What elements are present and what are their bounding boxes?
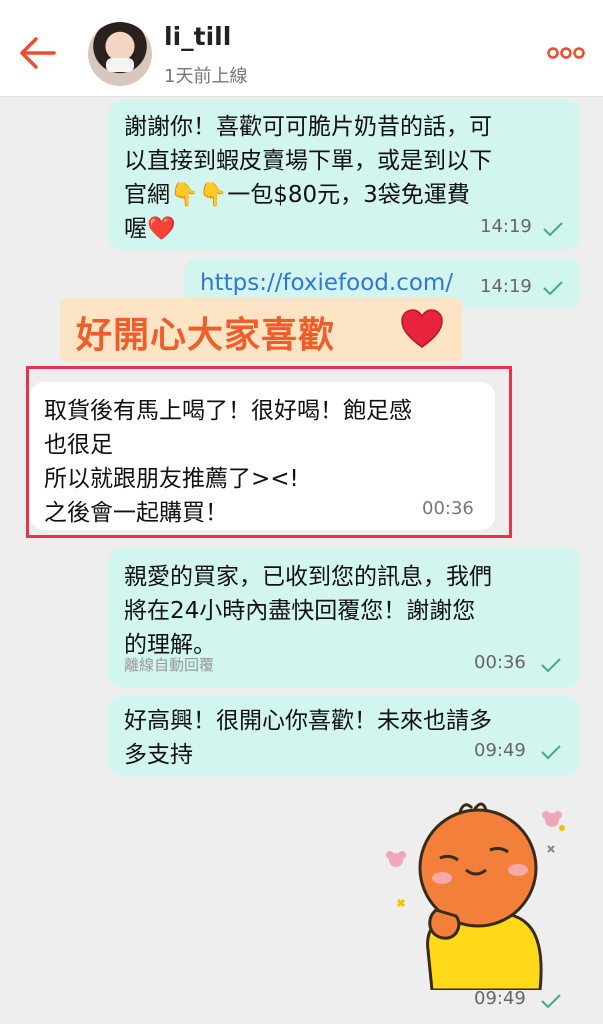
online-status: 1天前上線: [164, 66, 248, 87]
message-time: 00:36: [474, 652, 526, 673]
read-check-icon: [541, 745, 561, 760]
message-time: 00:36: [422, 498, 474, 519]
contact-name: li_till: [164, 22, 232, 51]
auto-reply-label: 離線自動回覆: [124, 656, 215, 674]
chat-header: li_till 1天前上線: [0, 0, 603, 97]
message-text: 謝謝你！喜歡可可脆片奶昔的話，可 以直接到蝦皮賣場下單，或是到以下 官網👇👇一包…: [124, 114, 492, 242]
sticker-image[interactable]: [378, 800, 583, 990]
message-bubble-incoming[interactable]: 取貨後有馬上喝了！很好喝！飽足感 也很足 所以就跟朋友推薦了><! 之後會一起購…: [30, 382, 495, 530]
message-bubble-outgoing[interactable]: 好高興！很開心你喜歡！未來也請多 多支持 09:49: [108, 696, 580, 776]
read-check-icon: [543, 222, 563, 237]
message-text: 取貨後有馬上喝了！很好喝！飽足感 也很足 所以就跟朋友推薦了><! 之後會一起購…: [44, 398, 412, 526]
sticker-time: 09:49: [474, 988, 526, 1009]
avatar[interactable]: [88, 22, 152, 86]
back-arrow-icon[interactable]: [14, 30, 60, 76]
read-check-icon: [541, 658, 561, 673]
banner-text: 好開心大家喜歡: [76, 315, 336, 356]
message-time: 09:49: [474, 740, 526, 761]
message-bubble-outgoing[interactable]: 謝謝你！喜歡可可脆片奶昔的話，可 以直接到蝦皮賣場下單，或是到以下 官網👇👇一包…: [108, 100, 580, 250]
link-text[interactable]: https://foxiefood.com/: [200, 266, 453, 300]
message-text: 親愛的買家，已收到您的訊息，我們 將在24小時內盡快回覆您！謝謝您 的理解。: [124, 564, 492, 658]
read-check-icon: [543, 281, 563, 296]
message-text: 好高興！很開心你喜歡！未來也請多 多支持: [124, 708, 492, 768]
read-check-icon: [541, 994, 561, 1009]
heart-icon: [401, 309, 443, 348]
more-options-icon[interactable]: [547, 38, 585, 68]
message-time: 14:19: [480, 276, 532, 297]
message-bubble-auto-reply[interactable]: 親愛的買家，已收到您的訊息，我們 將在24小時內盡快回覆您！謝謝您 的理解。 離…: [108, 548, 580, 688]
highlight-banner: 好開心大家喜歡: [60, 298, 462, 362]
message-time: 14:19: [480, 216, 532, 237]
